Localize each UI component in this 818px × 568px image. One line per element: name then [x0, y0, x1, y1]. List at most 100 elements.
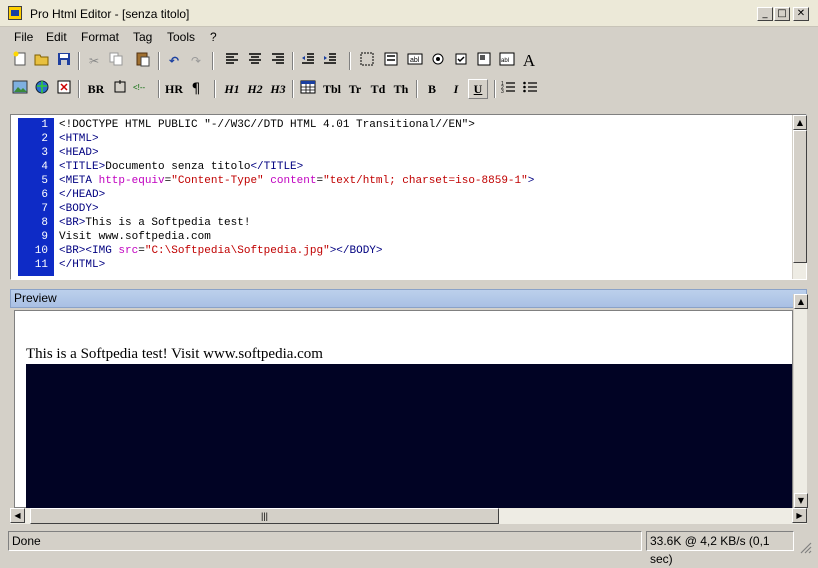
- line-number: 10: [34, 245, 48, 257]
- hr-button[interactable]: HR: [162, 79, 186, 99]
- toolbar-tags: BR <!-- HR ¶ H1 H2 H3 Tbl Tr Td Th B I U…: [0, 77, 818, 101]
- status-transfer-info: 33.6K @ 4,2 KB/s (0,1 sec): [646, 531, 794, 566]
- bold-button[interactable]: B: [422, 79, 442, 99]
- line-number: 11: [34, 259, 48, 271]
- horizontal-scrollbar[interactable]: ◀ ||| ▶: [10, 508, 807, 524]
- menu-help[interactable]: ?: [210, 30, 217, 44]
- image-field-icon[interactable]: [474, 51, 494, 71]
- svg-text:3: 3: [501, 89, 504, 95]
- bullet-list-icon[interactable]: [520, 79, 540, 99]
- open-folder-icon[interactable]: [32, 51, 52, 71]
- line-number: 5: [41, 175, 48, 187]
- code-line[interactable]: <BODY>: [59, 203, 99, 215]
- br-button[interactable]: BR: [84, 79, 108, 99]
- line-number: 4: [41, 161, 48, 173]
- menu-tools[interactable]: Tools: [167, 30, 195, 44]
- line-number: 7: [41, 203, 48, 215]
- textfield-icon[interactable]: abl: [405, 51, 425, 71]
- code-line[interactable]: Visit www.softpedia.com: [59, 231, 211, 243]
- th-button[interactable]: Th: [390, 79, 412, 99]
- checkbox-icon[interactable]: [451, 51, 471, 71]
- new-file-icon[interactable]: [10, 51, 30, 71]
- line-number: 3: [41, 147, 48, 159]
- radio-button-icon[interactable]: [428, 51, 448, 71]
- close-button[interactable]: ✕: [793, 7, 809, 21]
- align-right-icon[interactable]: [268, 51, 288, 71]
- status-text: Done: [8, 531, 642, 551]
- copy-icon[interactable]: [106, 51, 126, 71]
- code-line[interactable]: <!DOCTYPE HTML PUBLIC "-//W3C//DTD HTML …: [59, 119, 475, 131]
- cut-icon[interactable]: ✂: [84, 51, 104, 71]
- main-vertical-scrollbar[interactable]: ▲ ▼: [793, 294, 808, 509]
- code-comment-icon[interactable]: <!--: [132, 79, 152, 99]
- table-grid-icon[interactable]: [298, 79, 318, 99]
- indent-icon[interactable]: [320, 51, 340, 71]
- h3-button[interactable]: H3: [267, 79, 289, 99]
- tbl-button[interactable]: Tbl: [320, 79, 344, 99]
- paste-icon[interactable]: [133, 51, 153, 71]
- menu-bar: File Edit Format Tag Tools ?: [0, 27, 818, 47]
- underline-button[interactable]: U: [468, 79, 488, 99]
- svg-text:abl: abl: [410, 57, 420, 64]
- line-number-gutter: 1 2 3 4 5 6 7 8 9 10 11: [18, 118, 54, 276]
- menu-format[interactable]: Format: [81, 30, 119, 44]
- resize-grip[interactable]: [798, 540, 812, 554]
- div-box-icon[interactable]: [357, 51, 377, 71]
- tr-button[interactable]: Tr: [345, 79, 365, 99]
- globe-link-icon[interactable]: [32, 79, 52, 99]
- scroll-left-arrow[interactable]: ◀: [10, 508, 25, 523]
- window-title: Pro Html Editor - [senza titolo]: [30, 7, 190, 21]
- preview-body-text: This is a Softpedia test! Visit www.soft…: [26, 346, 323, 362]
- code-line[interactable]: </HEAD>: [59, 189, 105, 201]
- code-line[interactable]: <BR>This is a Softpedia test!: [59, 217, 250, 229]
- h2-button[interactable]: H2: [244, 79, 266, 99]
- svg-text:<!--: <!--: [133, 83, 146, 92]
- comment-icon[interactable]: [110, 79, 130, 99]
- main-scroll-down-arrow[interactable]: ▼: [794, 493, 808, 508]
- maximize-button[interactable]: □: [774, 7, 790, 21]
- form-icon[interactable]: [381, 51, 401, 71]
- menu-file[interactable]: File: [14, 30, 33, 44]
- editor-vertical-scrollbar[interactable]: ▲: [792, 115, 807, 279]
- scroll-right-arrow[interactable]: ▶: [792, 508, 807, 523]
- scroll-thumb[interactable]: [793, 130, 807, 263]
- menu-edit[interactable]: Edit: [46, 30, 67, 44]
- font-icon[interactable]: A: [519, 51, 539, 71]
- code-line[interactable]: <META http-equiv="Content-Type" content=…: [59, 175, 534, 187]
- preview-title: Preview: [14, 291, 57, 305]
- align-center-icon[interactable]: [245, 51, 265, 71]
- code-line[interactable]: <TITLE>Documento senza titolo</TITLE>: [59, 161, 303, 173]
- line-number: 9: [41, 231, 48, 243]
- menu-tag[interactable]: Tag: [133, 30, 152, 44]
- minimize-button[interactable]: _: [757, 7, 773, 21]
- code-line[interactable]: </HTML>: [59, 259, 105, 271]
- scroll-up-arrow[interactable]: ▲: [793, 115, 807, 130]
- italic-button[interactable]: I: [446, 79, 466, 99]
- save-icon[interactable]: [54, 51, 74, 71]
- h1-button[interactable]: H1: [221, 79, 243, 99]
- preview-image: [26, 364, 792, 508]
- paragraph-button[interactable]: ¶: [186, 79, 206, 99]
- line-number: 8: [41, 217, 48, 229]
- textarea-icon[interactable]: abl: [497, 51, 517, 71]
- outdent-icon[interactable]: [298, 51, 318, 71]
- redo-icon[interactable]: ↷: [186, 51, 206, 71]
- code-line[interactable]: <BR><IMG src="C:\Softpedia\Softpedia.jpg…: [59, 245, 383, 257]
- insert-image-icon[interactable]: [10, 79, 30, 99]
- toolbar-main: ✂ ↶ ↷ abl abl A: [0, 49, 818, 73]
- horizontal-scroll-thumb[interactable]: |||: [30, 508, 499, 524]
- svg-text:abl: abl: [501, 58, 509, 64]
- align-left-icon[interactable]: [222, 51, 242, 71]
- undo-icon[interactable]: ↶: [164, 51, 184, 71]
- code-line[interactable]: <HEAD>: [59, 147, 99, 159]
- code-line[interactable]: <HTML>: [59, 133, 99, 145]
- line-number: 6: [41, 189, 48, 201]
- td-button[interactable]: Td: [367, 79, 389, 99]
- object-icon[interactable]: [54, 79, 74, 99]
- line-number: 2: [41, 133, 48, 145]
- line-number: 1: [41, 119, 48, 131]
- main-scroll-up-arrow[interactable]: ▲: [794, 294, 808, 309]
- app-icon[interactable]: [8, 6, 22, 20]
- numbered-list-icon[interactable]: 123: [498, 79, 518, 99]
- preview-header: [10, 289, 807, 308]
